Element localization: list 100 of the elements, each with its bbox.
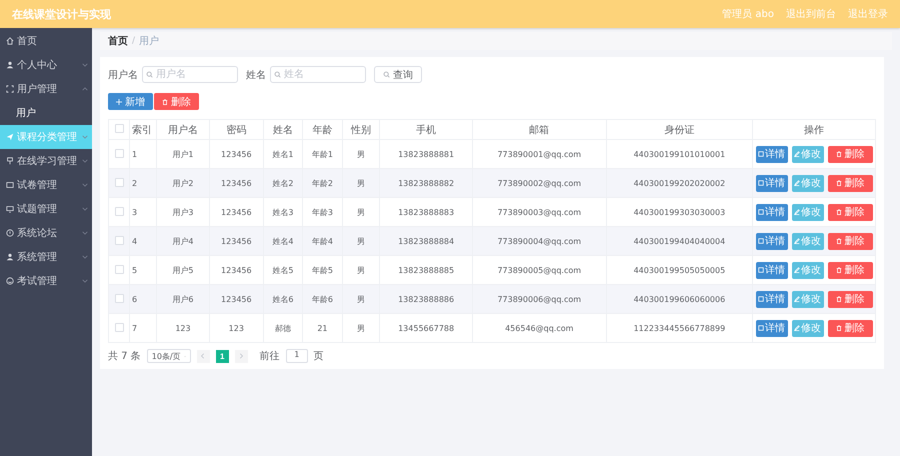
sidebar-subitem[interactable]: 用户 xyxy=(0,101,92,125)
edit-button[interactable]: 修改 xyxy=(792,320,824,336)
edit-button[interactable]: 修改 xyxy=(792,262,824,278)
delete-button[interactable]: 删除 xyxy=(828,146,872,162)
table-cell: 郝德 xyxy=(263,314,303,342)
pin-icon xyxy=(6,157,14,165)
table-cell: 姓名2 xyxy=(263,168,303,198)
add-button[interactable]: 新增 xyxy=(108,93,153,110)
checkbox[interactable] xyxy=(114,264,124,274)
sidebar-item[interactable]: 考试管理 xyxy=(0,269,92,293)
table-cell: 440300199202020002 xyxy=(606,168,752,198)
edit-button[interactable]: 修改 xyxy=(792,174,824,192)
document-icon xyxy=(758,180,764,186)
checkbox[interactable] xyxy=(114,148,124,158)
sidebar-item[interactable]: 首页 xyxy=(0,29,92,53)
checkbox[interactable] xyxy=(114,178,124,186)
column-header: 身份证 xyxy=(606,120,752,140)
edit-button[interactable]: 修改 xyxy=(792,290,824,308)
table-cell: 年龄4 xyxy=(302,226,342,256)
details-button[interactable]: 详情 xyxy=(756,320,788,336)
trash-icon xyxy=(836,296,842,302)
table-cell: 440300199404040004 xyxy=(606,226,752,256)
user-label: 管理员 abo xyxy=(722,8,774,21)
table-cell: 7 xyxy=(130,314,156,342)
sidebar-item[interactable]: 个人中心 xyxy=(0,53,92,77)
column-header: 邮箱 xyxy=(472,120,606,140)
sidebar-item[interactable]: 试卷管理 xyxy=(0,173,92,197)
table-cell: 13455667788 xyxy=(380,314,472,342)
document-icon xyxy=(758,151,764,157)
document-icon xyxy=(758,238,764,244)
chevron-icon xyxy=(82,279,88,283)
page-button[interactable]: 1 xyxy=(216,350,229,362)
chevron-right-icon xyxy=(238,353,244,359)
search-field[interactable]: 姓名 xyxy=(270,66,366,83)
pencil-icon xyxy=(794,325,800,331)
checkbox[interactable] xyxy=(114,294,124,302)
details-button[interactable]: 详情 xyxy=(756,290,788,308)
table-cell: 123456 xyxy=(209,168,264,198)
details-button[interactable]: 详情 xyxy=(756,204,788,220)
card-icon xyxy=(6,181,14,189)
delete-button[interactable]: 删除 xyxy=(828,174,872,192)
table-cell: 13823888884 xyxy=(380,226,472,256)
table-cell: 13823888882 xyxy=(380,168,472,198)
search-icon xyxy=(146,71,153,78)
details-button[interactable]: 详情 xyxy=(756,262,788,278)
pencil-icon xyxy=(794,151,800,157)
trash-icon xyxy=(836,238,842,244)
column-header: 姓名 xyxy=(263,120,303,140)
table-cell: 男 xyxy=(342,314,380,342)
trash-icon xyxy=(836,151,842,157)
checkbox[interactable] xyxy=(114,206,124,216)
previous-page-button[interactable] xyxy=(196,350,210,362)
details-button[interactable]: 详情 xyxy=(756,174,788,192)
column-header: 密码 xyxy=(209,120,264,140)
breadcrumb-link[interactable]: 用户 xyxy=(139,34,160,48)
edit-button[interactable]: 修改 xyxy=(792,232,824,250)
checkbox[interactable] xyxy=(114,322,124,332)
home-icon xyxy=(6,37,14,45)
edit-button[interactable]: 修改 xyxy=(792,204,824,220)
pencil-icon xyxy=(794,267,800,273)
sidebar-item[interactable]: 试题管理 xyxy=(0,197,92,221)
table-cell: 姓名6 xyxy=(263,284,303,314)
breadcrumb-separator: / xyxy=(132,36,136,46)
checkbox[interactable] xyxy=(114,124,124,132)
goto-label: 前往 xyxy=(260,350,280,363)
delete-button[interactable]: 删除 xyxy=(828,262,872,278)
delete-button[interactable]: 删除 xyxy=(828,232,872,250)
checkbox[interactable] xyxy=(114,236,124,244)
sidebar-item[interactable]: 在线学习管理 xyxy=(0,149,92,173)
chevron-icon xyxy=(82,135,88,139)
field-label: 姓名 xyxy=(246,68,266,82)
chevron-icon xyxy=(82,207,88,211)
page-size-select[interactable]: 10条/页 xyxy=(146,349,191,363)
edit-button[interactable]: 修改 xyxy=(792,146,824,162)
delete-button[interactable]: 删除 xyxy=(828,320,872,336)
next-page-button[interactable] xyxy=(234,350,248,362)
plus-icon xyxy=(116,98,122,104)
chevron-icon xyxy=(82,183,88,187)
delete-button[interactable]: 删除 xyxy=(828,290,872,308)
search-icon xyxy=(274,71,281,78)
search-field[interactable]: 用户名 xyxy=(142,66,238,83)
delete-button[interactable]: 删除 xyxy=(828,204,872,220)
sidebar-item[interactable]: 用户管理 xyxy=(0,77,92,101)
paper-plane-icon xyxy=(6,133,14,141)
page-input[interactable]: 1 xyxy=(286,349,308,363)
details-button[interactable]: 详情 xyxy=(756,232,788,250)
table-cell: 123 xyxy=(156,314,210,342)
sidebar-item[interactable]: 系统论坛 xyxy=(0,221,92,245)
table-cell: 123456 xyxy=(209,226,264,256)
breadcrumb-link[interactable]: 首页 xyxy=(108,34,128,48)
table-cell: 456546@qq.com xyxy=(472,314,606,342)
table-cell: 773890002@qq.com xyxy=(472,168,606,198)
sidebar-item[interactable]: 系统管理 xyxy=(0,245,92,269)
delete-button[interactable]: 删除 xyxy=(154,93,199,110)
trash-icon xyxy=(162,98,168,104)
table-cell: 用户2 xyxy=(156,168,210,198)
search-button[interactable]: 查询 xyxy=(374,66,422,83)
table-cell: 用户6 xyxy=(156,284,210,314)
chevron-icon xyxy=(82,255,88,259)
details-button[interactable]: 详情 xyxy=(756,146,788,162)
